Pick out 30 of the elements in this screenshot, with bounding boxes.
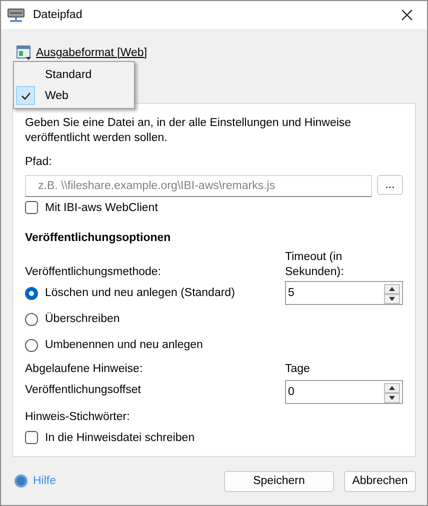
menu-item[interactable]: Standard: [16, 64, 132, 85]
radio-option[interactable]: Umbenennen und neu anlegen: [25, 332, 277, 358]
timeout-label: Timeout (in Sekunden):: [285, 250, 345, 280]
days-label: Tage: [285, 362, 311, 377]
window-title: Dateipfad: [33, 9, 84, 21]
offset-label: Veröffentlichungsoffset: [25, 383, 142, 398]
help-icon: [14, 474, 28, 488]
description-text: Geben Sie eine Datei an, in der alle Einstellungen und Hinweise veröffentlicht werden sollen.: [25, 116, 352, 146]
output-format-link[interactable]: Ausgabeformat [Web]: [36, 47, 148, 59]
radio-option[interactable]: Überschreiben: [25, 306, 277, 332]
expired-label: Abgelaufene Hinweise:: [25, 362, 144, 377]
path-field[interactable]: z.B. \\fileshare.example.org\IBI-aws\remarks.js: [25, 175, 372, 197]
browse-button[interactable]: ...: [377, 175, 403, 195]
drive-icon: [7, 7, 25, 23]
spin-up-icon[interactable]: [384, 383, 400, 393]
method-label: Veröffentlichungsmethode:: [25, 265, 162, 280]
spin-down-icon[interactable]: [384, 294, 400, 304]
menu-item[interactable]: Web: [16, 85, 132, 106]
save-button[interactable]: Speichern: [224, 470, 334, 492]
close-icon: [401, 9, 413, 21]
keywords-label: Hinweis-Stichwörter:: [25, 410, 131, 425]
options-heading: Veröffentlichungsoptionen: [25, 232, 172, 244]
radio-option[interactable]: Löschen und neu anlegen (Standard): [25, 280, 277, 306]
cancel-button[interactable]: Abbrechen: [344, 470, 416, 492]
spin-up-icon[interactable]: [384, 284, 400, 294]
path-label: Pfad:: [25, 155, 53, 170]
check-icon: [20, 92, 30, 100]
spin-down-icon[interactable]: [384, 393, 400, 403]
keywords-checkbox[interactable]: In die Hinweisdatei schreiben: [25, 431, 277, 444]
webclient-checkbox[interactable]: Mit IBI-aws WebClient: [25, 201, 403, 214]
